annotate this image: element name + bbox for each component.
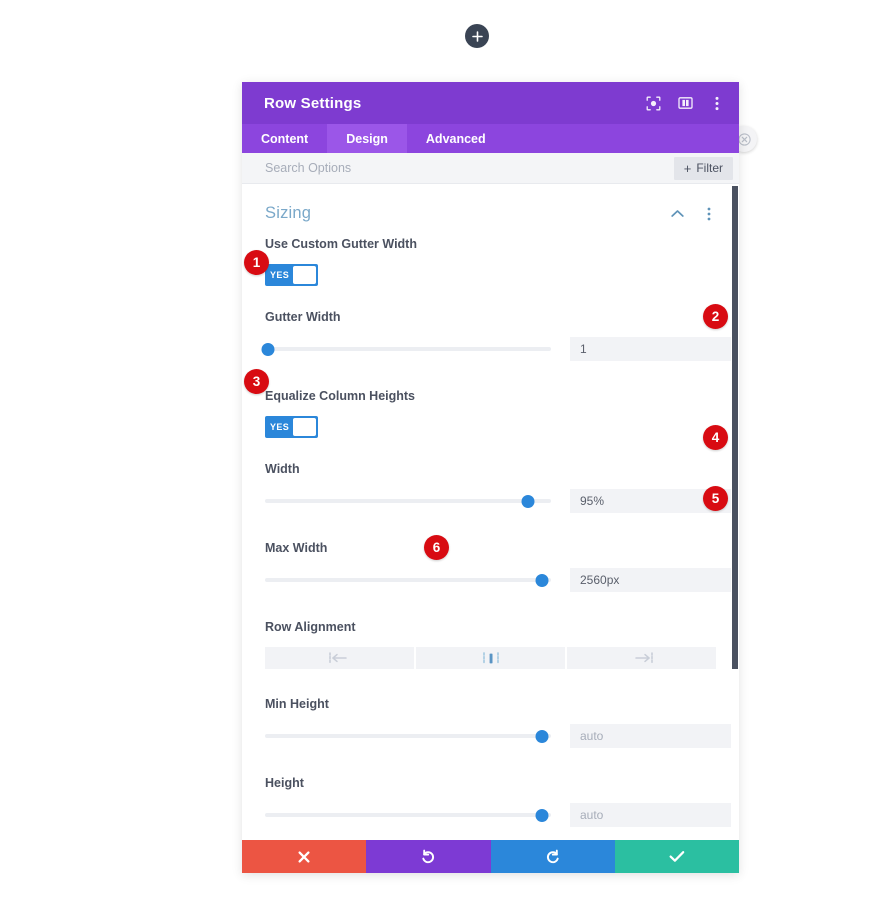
- section-title-sizing: Sizing: [265, 204, 312, 222]
- slider-row-height: [242, 803, 739, 827]
- toggle-label-yes: YES: [270, 422, 290, 432]
- label-use-custom-gutter-width: Use Custom Gutter Width: [265, 237, 417, 251]
- field-gutter-width: Gutter Width: [242, 310, 739, 324]
- callout-badge-1: 1: [244, 250, 269, 275]
- label-min-height: Min Height: [265, 697, 329, 711]
- field-use-custom-gutter-width: Use Custom Gutter Width: [242, 237, 739, 251]
- cancel-button[interactable]: [242, 840, 367, 873]
- field-equalize-column-heights: Equalize Column Heights: [242, 389, 739, 403]
- field-width: Width: [242, 462, 739, 476]
- field-row-alignment: Row Alignment: [242, 620, 739, 634]
- slider-row-max-width: [242, 568, 739, 592]
- slider-width[interactable]: [265, 493, 551, 509]
- focus-icon[interactable]: [645, 95, 661, 111]
- tab-design[interactable]: Design: [327, 124, 407, 153]
- callout-badge-6: 6: [424, 535, 449, 560]
- callout-badge-4: 4: [703, 425, 728, 450]
- label-gutter-width: Gutter Width: [265, 310, 341, 324]
- slider-thumb[interactable]: [521, 494, 535, 508]
- plus-icon: [471, 30, 483, 42]
- slider-thumb[interactable]: [535, 808, 549, 822]
- close-circle-icon: [737, 132, 751, 146]
- align-left-icon: [328, 652, 347, 664]
- filter-button[interactable]: + Filter: [673, 156, 733, 180]
- slider-row-gutter-width: [242, 337, 739, 361]
- label-equalize-column-heights: Equalize Column Heights: [265, 389, 416, 403]
- toggle-row-equalize-column-heights: YES: [242, 416, 739, 462]
- slider-row-width: [242, 489, 739, 513]
- label-max-width: Max Width: [265, 541, 328, 555]
- field-max-width: Max Width: [242, 541, 739, 555]
- save-button[interactable]: [614, 840, 739, 873]
- tab-advanced[interactable]: Advanced: [407, 124, 505, 153]
- align-right-button[interactable]: [567, 647, 716, 669]
- check-icon: [669, 851, 685, 862]
- row-alignment-group: [242, 647, 739, 669]
- input-gutter-width[interactable]: [570, 337, 739, 361]
- scrollbar-thumb[interactable]: [732, 186, 738, 669]
- redo-button[interactable]: [490, 840, 615, 873]
- modal-header: Row Settings: [242, 82, 739, 124]
- slider-thumb[interactable]: [261, 342, 275, 356]
- close-icon: [298, 850, 310, 863]
- redo-icon: [546, 849, 559, 863]
- input-min-height[interactable]: [570, 724, 739, 748]
- search-bar: + Filter: [242, 153, 739, 184]
- toggle-label-yes: YES: [270, 270, 290, 280]
- slider-height[interactable]: [265, 807, 551, 823]
- callout-badge-3: 3: [244, 369, 269, 394]
- callout-badge-2: 2: [703, 304, 728, 329]
- field-height: Height: [242, 776, 739, 790]
- row-settings-modal: Row Settings Content Design Advanced Sea…: [242, 82, 739, 873]
- input-max-width[interactable]: [570, 568, 739, 592]
- options-scroll-area: Sizing Use Custom Gutter Width YES Gutte…: [242, 184, 739, 840]
- label-height: Height: [265, 776, 304, 790]
- tab-content[interactable]: Content: [242, 124, 327, 153]
- slider-max-width[interactable]: [265, 572, 551, 588]
- slider-track: [265, 347, 551, 351]
- scrollbar-track[interactable]: [731, 184, 739, 840]
- toggle-knob: [293, 418, 316, 436]
- page-title: Row Settings: [264, 94, 362, 112]
- section-header-sizing[interactable]: Sizing: [242, 184, 739, 237]
- filter-label: Filter: [696, 161, 723, 175]
- align-center-button[interactable]: [416, 647, 565, 669]
- align-left-button[interactable]: [265, 647, 414, 669]
- align-right-icon: [634, 652, 653, 664]
- toggle-row-use-custom-gutter-width: YES: [242, 264, 739, 310]
- layout-panel-icon[interactable]: [677, 95, 693, 111]
- slider-thumb[interactable]: [535, 729, 549, 743]
- toggle-use-custom-gutter-width[interactable]: YES: [265, 264, 318, 286]
- add-row-button[interactable]: [465, 24, 489, 48]
- label-row-alignment: Row Alignment: [265, 620, 356, 634]
- slider-track: [265, 813, 551, 817]
- chevron-up-icon[interactable]: [669, 206, 685, 222]
- slider-row-min-height: [242, 724, 739, 748]
- label-width: Width: [265, 462, 300, 476]
- toggle-equalize-column-heights[interactable]: YES: [265, 416, 318, 438]
- slider-min-height[interactable]: [265, 728, 551, 744]
- toggle-knob: [293, 266, 316, 284]
- header-icon-group: [645, 95, 725, 111]
- callout-badge-5: 5: [703, 486, 728, 511]
- search-input[interactable]: [265, 161, 674, 175]
- slider-gutter-width[interactable]: [261, 341, 551, 357]
- slider-thumb[interactable]: [535, 573, 549, 587]
- modal-tabs: Content Design Advanced: [242, 124, 739, 153]
- slider-track: [265, 734, 551, 738]
- undo-icon: [422, 849, 435, 863]
- modal-footer: [242, 840, 739, 873]
- more-vertical-icon[interactable]: [709, 95, 725, 111]
- undo-button[interactable]: [366, 840, 491, 873]
- slider-track: [265, 578, 551, 582]
- section-more-vertical-icon[interactable]: [701, 206, 717, 222]
- slider-track: [265, 499, 551, 503]
- screenshot-stage: Row Settings Content Design Advanced Sea…: [0, 0, 880, 908]
- input-height[interactable]: [570, 803, 739, 827]
- filter-plus-icon: +: [683, 160, 692, 176]
- align-center-icon: [482, 651, 499, 665]
- modal-body: Sizing Use Custom Gutter Width YES Gutte…: [242, 184, 739, 840]
- field-min-height: Min Height: [242, 697, 739, 711]
